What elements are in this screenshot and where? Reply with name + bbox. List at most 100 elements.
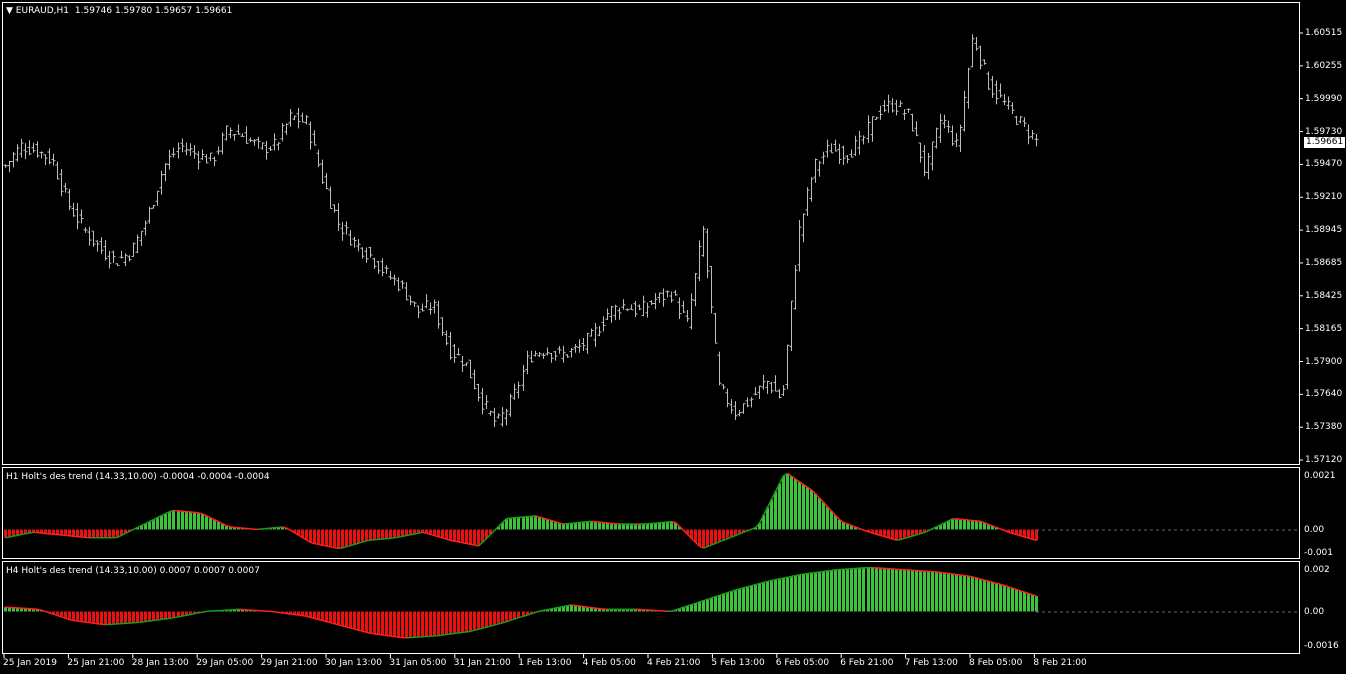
indicator2-line (382, 634, 387, 637)
indicator2-line (370, 632, 375, 635)
time-axis-label: 29 Jan 05:00 (196, 658, 254, 668)
price-axis-label: 1.57380 (1305, 422, 1343, 433)
indicator1-line (9, 535, 14, 538)
indicator2-tick: 0.00 (1304, 607, 1325, 617)
indicator2-line (948, 572, 953, 575)
indicator2-line (815, 571, 820, 574)
indicator2-line (178, 615, 183, 618)
indicator1-line (466, 542, 471, 546)
indicator2-line (274, 611, 279, 614)
indicator2-line (767, 579, 772, 583)
indicator2-line (466, 630, 471, 633)
indicator2-line (354, 628, 359, 631)
indicator2-line (482, 626, 487, 629)
indicator2-title: H4 Holt's des trend (14.33,10.00) 0.0007… (6, 566, 260, 576)
indicator2-line (346, 626, 351, 629)
indicator1-line (326, 545, 331, 548)
indicator2-line (442, 633, 447, 636)
indicator2-line (486, 625, 491, 628)
indicator1-line (318, 543, 323, 546)
indicator2-line (326, 620, 331, 624)
indicator1-line (671, 520, 676, 524)
indicator2-line (799, 573, 804, 576)
indicator2-line (771, 578, 776, 582)
indicator2-line (960, 574, 965, 577)
indicator2-line (944, 572, 949, 575)
indicator2-line (169, 616, 174, 620)
price-axis-label: 1.58945 (1305, 225, 1343, 236)
indicator2-line (298, 614, 303, 617)
indicator1-line (25, 532, 30, 535)
indicator1-line (322, 544, 327, 547)
time-axis-label: 31 Jan 21:00 (453, 658, 511, 668)
indicator2-line (458, 631, 463, 634)
indicator1-tick: 0.0021 (1304, 471, 1336, 481)
price-axis-label: 1.58425 (1305, 290, 1343, 301)
time-axis-label: 5 Feb 13:00 (711, 658, 765, 668)
indicator2-line (286, 612, 291, 615)
indicator2-line (739, 587, 744, 590)
indicator2-line (763, 580, 768, 584)
indicator2-line (539, 609, 544, 612)
indicator2-line (318, 618, 323, 622)
indicator2-line (755, 582, 760, 586)
indicator2-line (282, 612, 287, 615)
indicator2-line (807, 572, 812, 575)
indicator2-tick: 0.002 (1304, 565, 1330, 575)
indicator2-tick: -0.0016 (1304, 641, 1339, 651)
indicator2-line (37, 608, 42, 611)
indicator1-line (286, 527, 291, 532)
price-axis-label: 1.57120 (1305, 455, 1343, 466)
price-axis-label: 1.59470 (1305, 159, 1343, 170)
current-price-marker: 1.59661 (1304, 137, 1346, 148)
indicator2-line (555, 606, 560, 609)
indicator2-line (988, 580, 993, 583)
time-axis-label: 30 Jan 13:00 (325, 658, 382, 668)
indicator1-line (559, 522, 564, 525)
price-axis-label: 1.59990 (1305, 93, 1343, 104)
indicator2-line (470, 629, 475, 633)
price-axis-label: 1.57900 (1305, 356, 1343, 367)
indicator1-line (29, 531, 34, 534)
indicator2-line (823, 570, 828, 573)
indicator2-line (186, 613, 191, 617)
indicator2-line (93, 622, 98, 625)
indicator2-line (290, 613, 295, 616)
time-axis-label: 25 Jan 21:00 (67, 658, 125, 668)
price-axis-label: 1.58165 (1305, 323, 1343, 334)
indicator2-line (358, 629, 363, 632)
indicator1-line (394, 536, 399, 539)
indicator2-line (398, 636, 403, 639)
indicator2-line (779, 577, 784, 580)
indicator2-line (543, 608, 548, 612)
indicator2-line (330, 621, 335, 625)
indicator2-line (795, 574, 800, 577)
indicator2-line (791, 574, 796, 578)
indicator2-line (980, 578, 985, 581)
indicator2-line (374, 633, 379, 636)
indicator2-line (390, 635, 395, 638)
indicator2-line (819, 570, 824, 573)
indicator2-line (450, 632, 455, 635)
price-axis-label: 1.57640 (1305, 389, 1343, 400)
indicator2-line (165, 617, 170, 620)
indicator1-line (458, 541, 463, 544)
indicator1-line (859, 527, 864, 531)
indicator2-line (599, 607, 604, 610)
indicator2-line (69, 618, 74, 622)
indicator2-line (446, 633, 451, 636)
indicator1-line (398, 535, 403, 538)
indicator2-line (811, 571, 816, 574)
indicator2-line (551, 607, 556, 610)
time-axis-label: 6 Feb 21:00 (840, 658, 894, 668)
indicator2-line (89, 621, 94, 624)
time-axis-label: 31 Jan 05:00 (389, 658, 447, 668)
symbol-dropdown-icon[interactable]: ▼ (6, 6, 13, 16)
indicator2-line (378, 633, 383, 636)
indicator2-line (454, 632, 459, 635)
indicator1-line (454, 540, 459, 543)
time-axis-label: 8 Feb 05:00 (969, 658, 1023, 668)
indicator2-line (972, 576, 977, 579)
indicator1-line (13, 534, 18, 537)
price-axis-label: 1.58685 (1305, 257, 1343, 268)
